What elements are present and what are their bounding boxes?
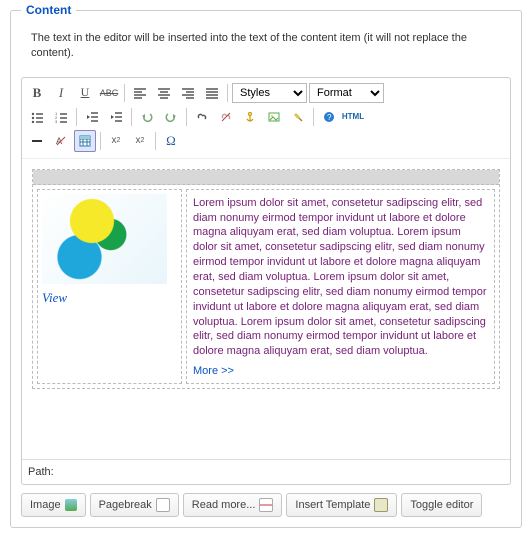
- italic-button[interactable]: I: [50, 82, 72, 104]
- cleanup-button[interactable]: [287, 106, 309, 128]
- content-fieldset: Content The text in the editor will be i…: [10, 10, 522, 528]
- readmore-button-label: Read more...: [192, 499, 256, 511]
- table-body-row: View Lorem ipsum dolor sit amet, consete…: [33, 185, 499, 388]
- insert-template-label: Insert Template: [295, 499, 370, 511]
- separator: [155, 132, 156, 150]
- separator: [186, 108, 187, 126]
- editor-panel: B I U ABC Styles Format 123: [21, 77, 511, 485]
- more-link[interactable]: More >>: [193, 365, 234, 377]
- ordered-list-button[interactable]: 123: [50, 106, 72, 128]
- toggle-editor-label: Toggle editor: [410, 499, 473, 511]
- table-header-row: [33, 170, 499, 185]
- unlink-button[interactable]: [215, 106, 237, 128]
- intro-text: The text in the editor will be inserted …: [31, 31, 511, 62]
- pagebreak-icon: [156, 498, 170, 512]
- separator: [227, 84, 228, 102]
- bold-button[interactable]: B: [26, 82, 48, 104]
- link-button[interactable]: [191, 106, 213, 128]
- cable-image: [42, 194, 167, 284]
- image-insert-button[interactable]: Image: [21, 493, 86, 517]
- styles-select[interactable]: Styles: [232, 83, 307, 103]
- table-button[interactable]: [74, 130, 96, 152]
- hr-button[interactable]: [26, 130, 48, 152]
- underline-button[interactable]: U: [74, 82, 96, 104]
- format-select[interactable]: Format: [309, 83, 384, 103]
- toolbar-row-1: B I U ABC Styles Format: [26, 82, 506, 104]
- help-button[interactable]: ?: [318, 106, 340, 128]
- outdent-button[interactable]: [81, 106, 103, 128]
- template-icon: [374, 498, 388, 512]
- svg-text:?: ?: [327, 113, 332, 122]
- image-button[interactable]: [263, 106, 285, 128]
- align-left-button[interactable]: [129, 82, 151, 104]
- path-bar: Path:: [22, 459, 510, 484]
- view-link[interactable]: View: [42, 290, 67, 306]
- anchor-button[interactable]: [239, 106, 261, 128]
- separator: [313, 108, 314, 126]
- strikethrough-button[interactable]: ABC: [98, 82, 120, 104]
- path-label: Path:: [28, 466, 54, 478]
- redo-button[interactable]: [160, 106, 182, 128]
- align-justify-button[interactable]: [201, 82, 223, 104]
- bottom-button-bar: Image Pagebreak Read more... Insert Temp…: [21, 493, 511, 517]
- align-right-button[interactable]: [177, 82, 199, 104]
- undo-button[interactable]: [136, 106, 158, 128]
- subscript-button[interactable]: x2: [105, 130, 127, 152]
- superscript-button[interactable]: x2: [129, 130, 151, 152]
- separator: [100, 132, 101, 150]
- toolbar-row-3: A x2 x2 Ω: [26, 130, 506, 152]
- separator: [131, 108, 132, 126]
- fieldset-legend: Content: [21, 3, 76, 17]
- svg-text:3: 3: [55, 119, 58, 123]
- picture-icon: [65, 499, 77, 511]
- image-cell: View: [37, 189, 182, 384]
- pagebreak-button[interactable]: Pagebreak: [90, 493, 179, 517]
- html-source-button[interactable]: HTML: [342, 106, 364, 128]
- editor-toolbar: B I U ABC Styles Format 123: [22, 78, 510, 159]
- pagebreak-button-label: Pagebreak: [99, 499, 152, 511]
- readmore-button[interactable]: Read more...: [183, 493, 283, 517]
- align-center-button[interactable]: [153, 82, 175, 104]
- text-cell: Lorem ipsum dolor sit amet, consetetur s…: [186, 189, 495, 384]
- editor-body[interactable]: View Lorem ipsum dolor sit amet, consete…: [22, 159, 510, 459]
- readmore-icon: [259, 498, 273, 512]
- toolbar-row-2: 123 ? HTML: [26, 106, 506, 128]
- remove-format-button[interactable]: A: [50, 130, 72, 152]
- special-char-button[interactable]: Ω: [160, 130, 182, 152]
- toggle-editor-button[interactable]: Toggle editor: [401, 493, 482, 517]
- indent-button[interactable]: [105, 106, 127, 128]
- content-table: View Lorem ipsum dolor sit amet, consete…: [32, 169, 500, 389]
- separator: [76, 108, 77, 126]
- insert-template-button[interactable]: Insert Template: [286, 493, 397, 517]
- lorem-text: Lorem ipsum dolor sit amet, consetetur s…: [193, 196, 488, 359]
- image-button-label: Image: [30, 499, 61, 511]
- unordered-list-button[interactable]: [26, 106, 48, 128]
- separator: [124, 84, 125, 102]
